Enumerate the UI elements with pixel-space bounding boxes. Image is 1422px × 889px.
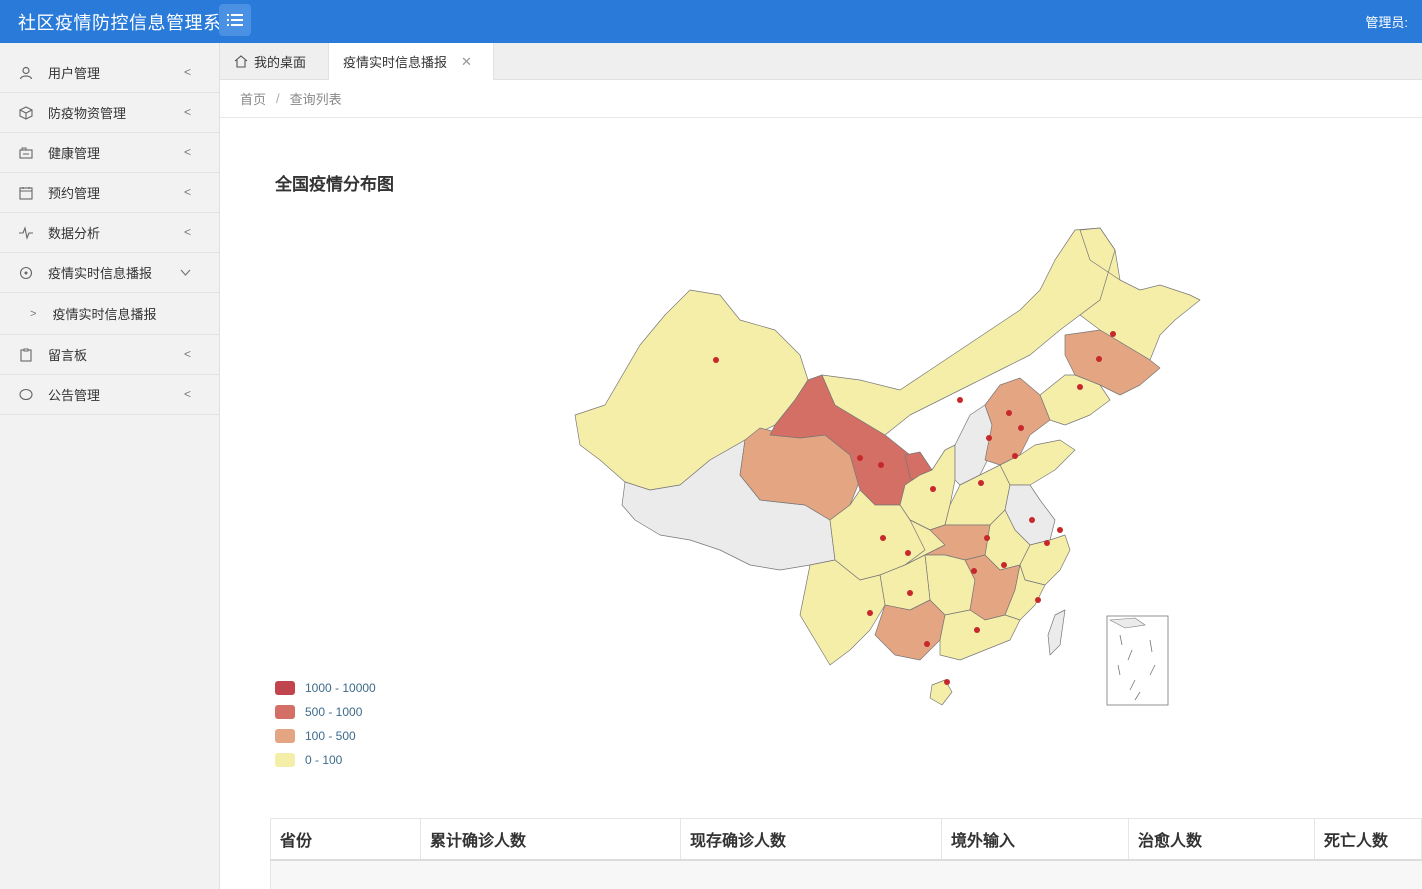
cube-icon xyxy=(18,105,34,121)
tab-broadcast[interactable]: 疫情实时信息播报 ✕ xyxy=(328,43,494,80)
legend-label: 500 - 1000 xyxy=(305,705,363,719)
sidebar-item-notices[interactable]: 公告管理 < xyxy=(0,375,219,415)
chat-icon xyxy=(18,387,34,403)
sidebar-item-supplies[interactable]: 防疫物资管理 < xyxy=(0,93,219,133)
chevron-left-icon: < xyxy=(183,387,191,401)
breadcrumb-current: 查询列表 xyxy=(289,92,342,107)
legend-swatch xyxy=(275,705,295,719)
column-header-province[interactable]: 省份 xyxy=(270,818,421,861)
calendar-icon xyxy=(18,185,34,201)
legend-item[interactable]: 100 - 500 xyxy=(275,724,376,748)
sidebar-item-broadcast[interactable]: 疫情实时信息播报 xyxy=(0,253,219,293)
map-legend: 1000 - 10000 500 - 1000 100 - 500 0 - 10… xyxy=(275,676,376,772)
chevron-left-icon: < xyxy=(183,65,191,79)
sidebar-item-label: 留言板 xyxy=(48,348,88,363)
sidebar-item-users[interactable]: 用户管理 < xyxy=(0,53,219,93)
legend-swatch xyxy=(275,681,295,695)
menu-toggle-button[interactable] xyxy=(219,4,251,36)
sidebar-item-label: 数据分析 xyxy=(48,226,101,241)
column-header-total-confirmed[interactable]: 累计确诊人数 xyxy=(420,818,681,861)
breadcrumb-home[interactable]: 首页 xyxy=(240,89,266,108)
map-title: 全国疫情分布图 xyxy=(275,175,394,194)
chevron-left-icon: < xyxy=(183,347,191,361)
health-icon xyxy=(18,145,34,161)
chevron-left-icon: < xyxy=(183,185,191,199)
column-header-recovered[interactable]: 治愈人数 xyxy=(1128,818,1315,861)
user-menu[interactable]: 管理员: xyxy=(1365,12,1408,31)
sidebar: 用户管理 < 防疫物资管理 < 健康管理 < 预约管理 < 数据分析 < 疫情实… xyxy=(0,43,220,889)
chevron-down-icon xyxy=(180,265,191,279)
chevron-right-icon: > xyxy=(30,307,37,320)
map-region-taiwan[interactable] xyxy=(1047,609,1066,656)
chevron-left-icon: < xyxy=(183,105,191,119)
column-header-current-confirmed[interactable]: 现存确诊人数 xyxy=(680,818,942,861)
legend-item[interactable]: 0 - 100 xyxy=(275,748,376,772)
sidebar-item-analytics[interactable]: 数据分析 < xyxy=(0,213,219,253)
tab-home[interactable]: 我的桌面 xyxy=(220,43,328,80)
province-data-table: 省份 累计确诊人数 现存确诊人数 境外输入 治愈人数 死亡人数 xyxy=(270,818,1422,861)
breadcrumb-separator: / xyxy=(276,91,280,106)
column-header-deaths[interactable]: 死亡人数 xyxy=(1314,818,1422,861)
legend-label: 1000 - 10000 xyxy=(305,681,376,695)
tab-bar: 我的桌面 疫情实时信息播报 ✕ xyxy=(220,43,1422,80)
chevron-left-icon: < xyxy=(183,225,191,239)
sidebar-item-messages[interactable]: 留言板 < xyxy=(0,335,219,375)
map-region-guangdong[interactable] xyxy=(939,609,1021,661)
sidebar-item-label: 疫情实时信息播报 xyxy=(48,266,153,281)
legend-item[interactable]: 1000 - 10000 xyxy=(275,676,376,700)
legend-swatch xyxy=(275,753,295,767)
sidebar-item-label: 预约管理 xyxy=(48,186,101,201)
close-icon[interactable]: ✕ xyxy=(461,54,472,70)
tab-broadcast-label: 疫情实时信息播报 xyxy=(343,55,448,70)
sidebar-item-label: 公告管理 xyxy=(48,388,101,403)
table-row[interactable] xyxy=(270,861,1422,889)
broadcast-icon xyxy=(18,265,34,281)
chevron-left-icon: < xyxy=(183,145,191,159)
hamburger-icon xyxy=(227,14,243,26)
pulse-icon xyxy=(18,225,34,241)
clipboard-icon xyxy=(18,347,34,363)
legend-swatch xyxy=(275,729,295,743)
legend-item[interactable]: 500 - 1000 xyxy=(275,700,376,724)
sidebar-item-health[interactable]: 健康管理 < xyxy=(0,133,219,173)
breadcrumb: 首页 / 查询列表 xyxy=(220,80,1422,118)
sidebar-item-label: 防疫物资管理 xyxy=(48,106,127,121)
tab-home-label: 我的桌面 xyxy=(254,55,307,70)
china-epidemic-map[interactable] xyxy=(560,220,1220,720)
app-title: 社区疫情防控信息管理系 xyxy=(18,13,222,33)
sidebar-subitem-broadcast[interactable]: > 疫情实时信息播报 xyxy=(0,293,219,335)
sidebar-item-label: 用户管理 xyxy=(48,66,101,81)
sidebar-item-label: 健康管理 xyxy=(48,146,101,161)
sidebar-item-appointments[interactable]: 预约管理 < xyxy=(0,173,219,213)
top-header: 社区疫情防控信息管理系 管理员: xyxy=(0,0,1422,43)
home-icon xyxy=(234,55,248,68)
legend-label: 100 - 500 xyxy=(305,729,356,743)
south-china-sea-inset xyxy=(1106,615,1169,706)
column-header-imported[interactable]: 境外输入 xyxy=(941,818,1129,861)
legend-label: 0 - 100 xyxy=(305,753,343,767)
sidebar-subitem-label: 疫情实时信息播报 xyxy=(52,307,157,322)
user-icon xyxy=(18,65,34,81)
